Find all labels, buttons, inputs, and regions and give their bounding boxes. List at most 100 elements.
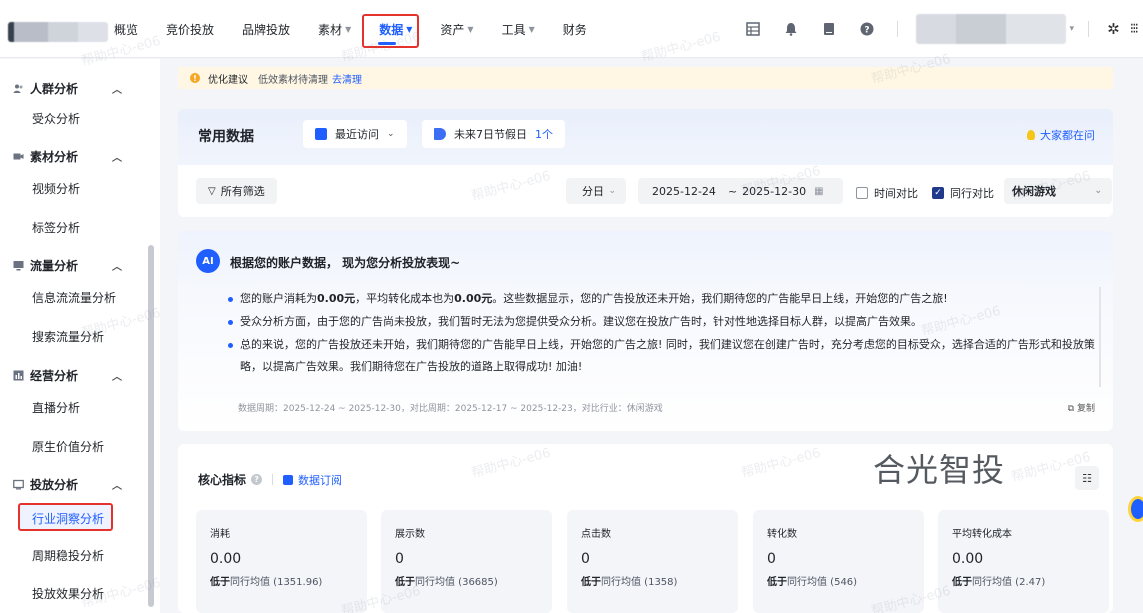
everyone-asks-label: 大家都在问 — [1040, 129, 1095, 142]
tip-text: 低效素材待清理 — [258, 74, 328, 86]
metric-card-avg-cost[interactable]: 平均转化成本 0.00 低于同行均值 (2.47) — [938, 510, 1109, 613]
sidebar-item-audience-analysis[interactable]: 受众分析 — [32, 110, 80, 127]
chevron-down-icon: ⌄ — [387, 129, 395, 139]
sidebar-group-label: 人群分析 — [30, 82, 79, 96]
sidebar-item-search-traffic[interactable]: 搜索流量分析 — [32, 328, 104, 345]
ai-analysis-card: AI 根据您的账户数据， 现为您分析投放表现~ 您的账户消耗为0.00元，平均转… — [178, 231, 1113, 431]
sidebar-item-native-value[interactable]: 原生价值分析 — [32, 438, 104, 455]
peer-compare-checkbox[interactable]: ✓ 同行对比 — [932, 185, 994, 201]
metric-compare-text: 同行均值 (1351.96) — [230, 577, 323, 588]
metric-label: 消耗 — [210, 529, 230, 540]
industry-value: 休闲游戏 — [1012, 185, 1056, 198]
gear-icon[interactable]: ✲ — [1107, 20, 1120, 38]
metric-value: 0 — [395, 551, 404, 567]
logo[interactable] — [8, 22, 108, 42]
metric-card-cost[interactable]: 消耗 0.00 低于同行均值 (1351.96) — [196, 510, 367, 613]
ai-scrollbar[interactable] — [1099, 287, 1101, 387]
ai-text: 您的账户消耗为 — [240, 292, 317, 305]
help-icon[interactable]: ? — [251, 474, 263, 485]
sidebar-group-traffic[interactable]: 流量分析 ︿ — [12, 257, 122, 274]
sidebar-group-delivery[interactable]: 投放分析 ︿ — [12, 476, 122, 493]
monitor-icon — [12, 260, 24, 272]
sidebar-item-cycle-stable[interactable]: 周期稳投分析 — [32, 547, 104, 564]
apps-grid-icon[interactable]: ⁝⁝⁝ — [1130, 21, 1139, 37]
sidebar-item-label: 原生价值分析 — [32, 440, 105, 454]
holiday-pill[interactable]: 未来7日节假日 1个 — [422, 120, 565, 148]
recent-visit-dropdown[interactable]: 最近访问 ⌄ — [303, 120, 407, 148]
all-filters-button[interactable]: ▽ 所有筛选 — [196, 178, 277, 204]
nav-finance[interactable]: 财务 — [563, 21, 587, 38]
metric-label: 转化数 — [767, 529, 797, 540]
metric-card-clicks[interactable]: 点击数 0 低于同行均值 (1358) — [567, 510, 738, 613]
nav-assets[interactable]: 资产 ▼ — [440, 21, 473, 38]
sidebar-group-label: 流量分析 — [30, 259, 79, 273]
divider — [896, 21, 898, 37]
sidebar-scrollbar[interactable] — [148, 245, 154, 607]
metric-value: 0 — [581, 551, 590, 567]
sidebar-item-label: 信息流流量分析 — [32, 291, 117, 305]
sidebar-item-tag-analysis[interactable]: 标签分析 — [32, 219, 80, 236]
sidebar-group-material[interactable]: 素材分析 ︿ — [12, 148, 122, 165]
caret-down-icon[interactable]: ▾ — [1070, 24, 1075, 34]
nav-brand[interactable]: 品牌投放 — [242, 21, 290, 38]
nav-material[interactable]: 素材 ▼ — [318, 21, 351, 38]
metric-card-impressions[interactable]: 展示数 0 低于同行均值 (36685) — [381, 510, 552, 613]
help-icon[interactable]: ? — [859, 21, 875, 37]
nav-label: 概览 — [114, 22, 139, 37]
date-separator: ~ — [727, 184, 738, 198]
metric-card-conversions[interactable]: 转化数 0 低于同行均值 (546) — [753, 510, 924, 613]
ai-icon: AI — [196, 249, 220, 273]
metric-value: 0 — [767, 551, 776, 567]
sidebar-item-video-analysis[interactable]: 视频分析 — [32, 180, 80, 197]
metric-label: 点击数 — [581, 529, 611, 540]
book-icon[interactable] — [821, 21, 837, 37]
optimization-tip-bar: ! 优化建议 低效素材待清理 去清理 — [178, 67, 1113, 89]
nav-bidding[interactable]: 竞价投放 — [166, 21, 214, 38]
sidebar-item-industry-insight[interactable]: 行业洞察分析 — [32, 510, 104, 527]
people-icon — [12, 83, 24, 95]
main-content: ! 优化建议 低效素材待清理 去清理 常用数据 最近访问 ⌄ 未来7日节假日 1… — [160, 59, 1143, 613]
holiday-label: 未来7日节假日 — [454, 128, 527, 141]
metric-compare: 低于同行均值 (1351.96) — [210, 573, 353, 588]
sidebar-group-label: 经营分析 — [30, 369, 79, 383]
metric-compare-text: 同行均值 (2.47) — [972, 577, 1046, 588]
sidebar-item-feed-traffic[interactable]: 信息流流量分析 — [32, 289, 116, 306]
sidebar-item-delivery-effect[interactable]: 投放效果分析 — [32, 585, 104, 602]
common-data-card: 常用数据 最近访问 ⌄ 未来7日节假日 1个 大家都在问 ▽ 所有筛选 分日 ⌄ — [178, 109, 1113, 217]
industry-select[interactable]: 休闲游戏 ⌄ — [1004, 178, 1112, 204]
account-selector[interactable] — [915, 14, 1066, 44]
sidebar-item-live-analysis[interactable]: 直播分析 — [32, 399, 80, 416]
sidebar-item-label: 搜索流量分析 — [32, 330, 105, 344]
column-settings-icon[interactable]: ☷ — [1075, 466, 1099, 490]
nav-overview[interactable]: 概览 — [114, 21, 138, 38]
top-right-tools: ? ▾ ✲ ⁝⁝⁝ — [745, 0, 1143, 58]
sidebar-group-business[interactable]: 经营分析 ︿ — [12, 367, 122, 384]
svg-text:?: ? — [864, 26, 869, 36]
metric-compare-bold: 低于 — [952, 577, 972, 588]
recent-visit-label: 最近访问 — [335, 128, 379, 141]
copy-button[interactable]: ⧉ 复制 — [1068, 401, 1095, 414]
top-navbar: 概览 竞价投放 品牌投放 素材 ▼ 数据 ▼ 资产 ▼ 工具 ▼ 财务 ? ▾ ✲ ⁝⁝… — [0, 0, 1143, 58]
metric-compare-bold: 低于 — [210, 577, 230, 588]
data-subscribe-label: 数据订阅 — [298, 473, 343, 487]
bell-icon[interactable] — [783, 21, 799, 37]
ai-insight-item: 受众分析方面，由于您的广告尚未投放，我们暂时无法为您提供受众分析。建议您在投放广… — [228, 311, 1098, 333]
data-subscribe-link[interactable]: 数据订阅 — [283, 472, 342, 488]
table-icon[interactable] — [745, 21, 761, 37]
time-compare-checkbox[interactable]: 时间对比 — [856, 185, 918, 201]
nav-tools[interactable]: 工具 ▼ — [502, 21, 535, 38]
tip-clean-link[interactable]: 去清理 — [332, 71, 362, 86]
sidebar-item-label: 投放效果分析 — [32, 587, 105, 601]
ai-data-period: 数据周期：2025-12-24 ~ 2025-12-30，对比周期：2025-1… — [238, 404, 663, 414]
core-metrics-card: 合光智投 核心指标 ? 数据订阅 ☷ 消耗 0.00 低于同行均值 (1351.… — [178, 444, 1113, 613]
date-range-picker[interactable]: 2025-12-24 ~ 2025-12-30 ▦ — [638, 178, 843, 204]
everyone-asks-link[interactable]: 大家都在问 — [1027, 127, 1095, 143]
ai-text: ，平均转化成本也为 — [355, 292, 455, 305]
sidebar-group-audience[interactable]: 人群分析 ︿ — [12, 80, 122, 97]
chevron-up-icon: ︿ — [112, 153, 122, 164]
nav-label: 竞价投放 — [166, 22, 215, 37]
core-metrics-title: 核心指标 — [198, 473, 247, 487]
granularity-select[interactable]: 分日 ⌄ — [566, 178, 626, 204]
assistant-float-icon[interactable] — [1128, 496, 1143, 522]
holiday-count: 1个 — [535, 128, 553, 141]
